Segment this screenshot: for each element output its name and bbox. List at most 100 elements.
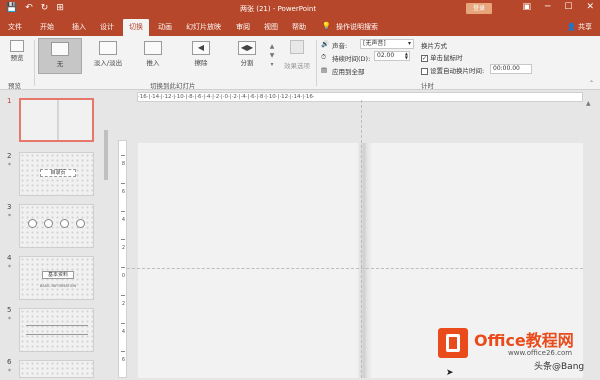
- chevron-down-icon: ▾: [407, 40, 411, 47]
- mouse-cursor-icon: ➤: [446, 368, 454, 378]
- person-icon: 👤: [567, 23, 578, 31]
- slide-number: 5: [7, 306, 12, 314]
- tab-home[interactable]: 开始: [40, 22, 54, 32]
- slide-number: 6: [7, 358, 12, 366]
- scroll-up-icon[interactable]: ▲: [586, 100, 591, 107]
- duration-input[interactable]: 02.00 ▲ ▼: [374, 51, 410, 61]
- tab-review[interactable]: 审阅: [236, 22, 250, 32]
- thumbnail-scrollbar[interactable]: [104, 100, 109, 380]
- undo-icon[interactable]: ↶: [25, 3, 33, 13]
- lightbulb-icon: 💡: [322, 22, 331, 30]
- ruler-marks: ·16·|·14·|·12·|·10·|·8·|·6·|·4·|·2·|·0·|…: [138, 94, 315, 100]
- auto-advance-checkbox[interactable]: 设置自动换片时间:: [421, 65, 484, 75]
- slide-thumb-2[interactable]: 目录页: [19, 152, 94, 196]
- ribbon-tabs: 文件 开始 插入 设计 切换 动画 幻灯片放映 审阅 视图 帮助 💡 操作说明搜…: [0, 18, 600, 36]
- vertical-guide[interactable]: [361, 100, 362, 378]
- sound-label: 声音:: [332, 42, 348, 50]
- separator: [316, 40, 317, 86]
- tab-file[interactable]: 文件: [8, 22, 22, 32]
- watermark-url: www.office26.com: [508, 349, 573, 357]
- close-icon[interactable]: ✕: [586, 2, 594, 12]
- duration-label: 持续时间(D):: [332, 55, 371, 63]
- ribbon-transitions: 预览 预览 无 淡入/淡出 推入 ◀ 擦除 ◀▶ 分割 ▲ ▼ ▾ 切换到此幻灯片 …: [0, 36, 600, 90]
- clock-icon: ⏱: [321, 53, 327, 61]
- transition-none-icon: [51, 42, 69, 56]
- ruler-mark: 8: [121, 161, 126, 167]
- sound-select[interactable]: [无声音] ▾: [360, 39, 414, 49]
- apply-all-icon: ▤: [321, 66, 328, 74]
- collapse-ribbon-icon[interactable]: ⌃: [589, 80, 594, 87]
- tab-slideshow[interactable]: 幻灯片放映: [186, 22, 221, 32]
- on-click-label: 单击鼠标时: [430, 54, 463, 62]
- transition-label: 无: [56, 60, 64, 68]
- ruler-mark: 4: [121, 329, 126, 335]
- transition-split[interactable]: ◀▶ 分割: [230, 38, 264, 74]
- slide-number: 4: [7, 254, 12, 262]
- title-bar: 💾 ↶ ↻ ⊞ 两张 (21) - PowerPoint 登录 ▣ ─ ☐ ✕: [0, 0, 600, 18]
- sound-icon: 🔊: [321, 40, 330, 48]
- split-icon: ◀▶: [238, 41, 256, 55]
- advance-title: 换片方式: [421, 42, 447, 50]
- slide-thumb-5[interactable]: [19, 308, 94, 352]
- window-title: 两张 (21) - PowerPoint: [240, 5, 317, 13]
- transition-none[interactable]: 无: [38, 38, 82, 74]
- preview-button[interactable]: 预览: [6, 40, 28, 62]
- separator: [34, 40, 35, 86]
- watermark-brand: Office教程网: [474, 331, 574, 350]
- after-time-input[interactable]: 00:00.00: [490, 64, 532, 74]
- transition-wipe[interactable]: ◀ 擦除: [184, 38, 218, 74]
- tell-me-search[interactable]: 操作说明搜索: [336, 22, 378, 32]
- transition-label: 推入: [146, 59, 160, 67]
- thumb-title: 基本资料: [42, 271, 74, 279]
- transition-star: *: [8, 368, 11, 375]
- tab-transitions[interactable]: 切换: [123, 19, 149, 36]
- tab-view[interactable]: 视图: [264, 22, 278, 32]
- effect-options-label: 效果选项: [284, 62, 310, 70]
- save-icon[interactable]: 💾: [6, 3, 17, 13]
- check-icon: ✓: [421, 54, 428, 62]
- transition-label: 分割: [240, 59, 254, 67]
- transition-label: 淡入/淡出: [93, 59, 123, 67]
- arrow-left-icon: ◀: [192, 41, 210, 55]
- customize-qat-icon[interactable]: ⊞: [56, 3, 64, 13]
- slide-thumb-3[interactable]: [19, 204, 94, 248]
- slide-thumb-1[interactable]: [19, 98, 94, 142]
- effect-options-button[interactable]: 效果选项: [282, 40, 312, 70]
- slide-number: 3: [7, 203, 12, 211]
- minimize-icon[interactable]: ─: [545, 2, 550, 12]
- redo-icon[interactable]: ↻: [41, 3, 49, 13]
- spinner-icon[interactable]: ▲ ▼: [405, 52, 409, 60]
- transition-fade[interactable]: 淡入/淡出: [88, 38, 128, 74]
- slide-thumb-4[interactable]: 基本资料 BASIC INFORMATION: [19, 256, 94, 300]
- thumb-timeline: [26, 325, 88, 335]
- quick-access-toolbar: 💾 ↶ ↻ ⊞: [6, 3, 64, 13]
- login-button[interactable]: 登录: [466, 3, 492, 14]
- horizontal-guide[interactable]: [127, 268, 583, 269]
- tab-insert[interactable]: 插入: [72, 22, 86, 32]
- tab-help[interactable]: 帮助: [292, 22, 306, 32]
- share-button[interactable]: 👤 共享: [567, 22, 592, 32]
- thumb-title: 目录页: [40, 169, 76, 177]
- thumb-divider: [57, 100, 59, 140]
- ribbon-display-icon[interactable]: ▣: [522, 2, 531, 12]
- transition-star: *: [8, 264, 11, 271]
- slide-thumb-6[interactable]: [19, 360, 94, 378]
- office-logo-icon: [438, 328, 468, 358]
- scrollbar-thumb[interactable]: [104, 130, 108, 180]
- vertical-ruler: 8 6 4 2 0 2 4 6: [118, 140, 127, 378]
- transition-push[interactable]: 推入: [136, 38, 170, 74]
- slide-number: 1: [7, 97, 12, 105]
- gallery-scroll[interactable]: ▲ ▼ ▾: [268, 42, 276, 70]
- on-click-checkbox[interactable]: ✓ 单击鼠标时: [421, 52, 463, 62]
- transition-label: 擦除: [194, 59, 208, 67]
- slide-number: 2: [7, 152, 12, 160]
- watermark: Office教程网 www.office26.com 头条@Bang: [438, 325, 588, 373]
- ruler-mark: 4: [121, 217, 126, 223]
- tab-design[interactable]: 设计: [100, 22, 114, 32]
- tab-animations[interactable]: 动画: [158, 22, 172, 32]
- share-label: 共享: [578, 23, 592, 31]
- thumb-pattern: [20, 361, 93, 377]
- ruler-mark: 0: [121, 273, 126, 279]
- maximize-icon[interactable]: ☐: [564, 2, 572, 12]
- apply-all-button[interactable]: 应用到全部: [332, 66, 365, 76]
